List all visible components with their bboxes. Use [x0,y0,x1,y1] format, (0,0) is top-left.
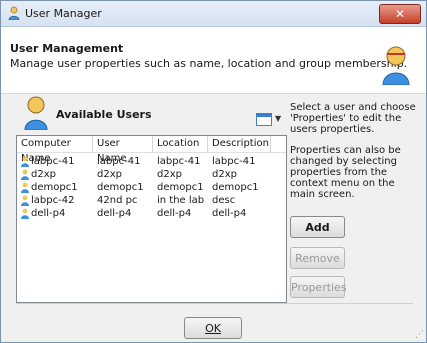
cell-user-name: d2xp [97,169,122,180]
cell-computer-name: labpc-41 [31,156,75,167]
ok-button-label: OK [205,322,221,335]
side-panel: Select a user and choose 'Properties' to… [290,102,420,200]
add-button[interactable]: Add [290,216,345,238]
resize-grip-icon[interactable]: ⋰ [415,330,424,340]
cell-location: dell-p4 [157,208,192,219]
users-list[interactable]: Computer Name User Name Location Descrip… [16,135,287,303]
cell-computer-name: d2xp [31,169,56,180]
cell-computer-name: labpc-42 [31,195,75,206]
remove-button[interactable]: Remove [290,247,345,269]
user-icon [8,6,20,20]
cell-user-name: demopc1 [97,182,144,193]
cell-location: labpc-41 [157,156,201,167]
user-icon [21,208,29,219]
view-mode-icon[interactable] [256,113,272,126]
cell-user-name: labpc-41 [97,156,141,167]
cell-description: d2xp [212,169,237,180]
table-row[interactable]: labpc-41 labpc-41 labpc-41 labpc-41 [17,155,286,168]
available-users-panel: Available Users ▼ Computer Name User Nam… [16,94,287,303]
user-manager-window: User Manager ✕ User Management Manage us… [0,0,427,343]
header-panel: User Management Manage user properties s… [1,27,426,94]
help-text-select: Select a user and choose 'Properties' to… [290,102,416,135]
cell-description: labpc-41 [212,156,256,167]
cell-user-name: dell-p4 [97,208,132,219]
cell-computer-name: demopc1 [31,182,78,193]
ok-button[interactable]: OK [184,317,242,339]
user-icon [382,46,410,85]
page-description: Manage user properties such as name, loc… [10,57,408,70]
chevron-down-icon[interactable]: ▼ [275,114,281,123]
cell-description: dell-p4 [212,208,247,219]
column-header-user-name[interactable]: User Name [93,136,153,164]
column-header-location[interactable]: Location [153,136,208,152]
available-users-label: Available Users [56,108,152,121]
list-header: Computer Name User Name Location Descrip… [17,136,286,164]
user-icon [21,156,29,167]
cell-location: demopc1 [157,182,204,193]
user-icon [21,182,29,193]
cell-description: desc [212,195,236,206]
column-header-computer-name[interactable]: Computer Name [17,136,93,164]
table-row[interactable]: d2xp d2xp d2xp d2xp [17,168,286,181]
page-title: User Management [10,42,124,55]
close-button[interactable]: ✕ [379,4,421,24]
user-icon [21,169,29,180]
user-icon [24,96,48,130]
cell-location: d2xp [157,169,182,180]
cell-computer-name: dell-p4 [31,208,66,219]
table-row[interactable]: dell-p4 dell-p4 dell-p4 dell-p4 [17,207,286,220]
column-header-description[interactable]: Description [208,136,271,152]
cell-user-name: 42nd pc [97,195,138,206]
properties-button[interactable]: Properties [290,276,347,298]
divider [16,303,413,304]
help-text-context-menu: Properties can also be changed by select… [290,145,401,200]
cell-location: in the lab [157,195,205,206]
window-title: User Manager [25,7,102,20]
user-icon [21,195,29,206]
title-bar: User Manager ✕ [1,1,426,27]
table-row[interactable]: demopc1 demopc1 demopc1 demopc1 [17,181,286,194]
cell-description: demopc1 [212,182,259,193]
table-row[interactable]: labpc-42 42nd pc in the lab desc [17,194,286,207]
